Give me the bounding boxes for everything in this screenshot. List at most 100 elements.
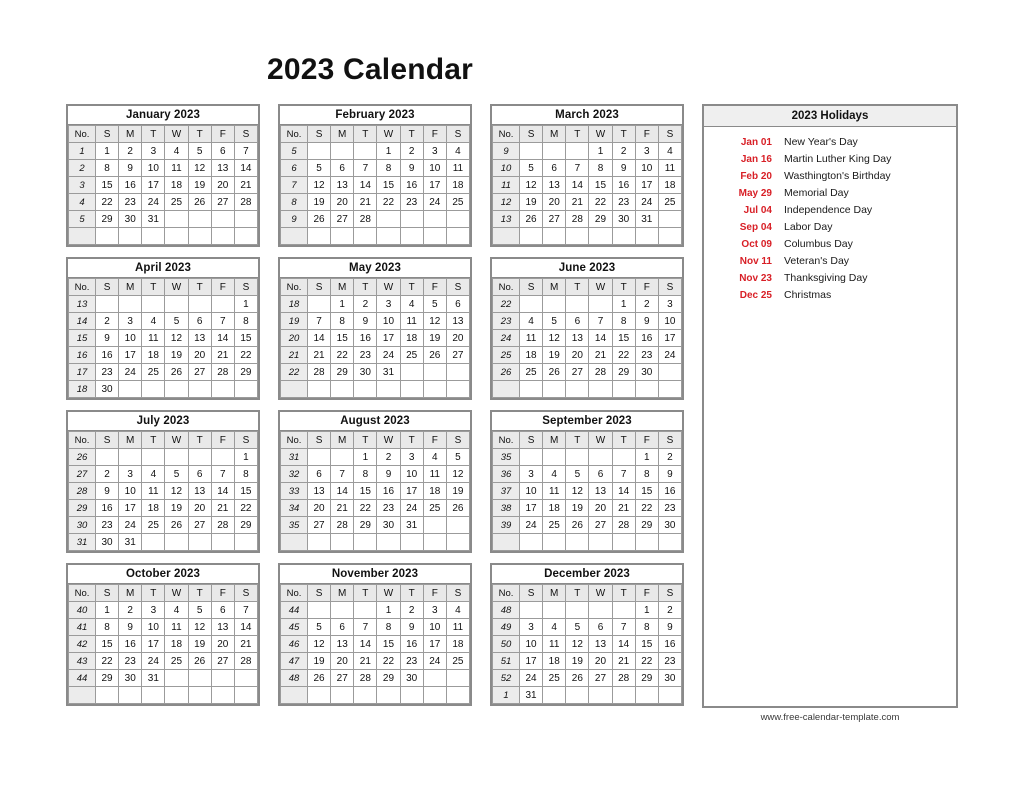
day-cell[interactable]: 9 [634,312,659,330]
day-cell[interactable]: 29 [233,516,259,534]
day-cell[interactable]: 3 [399,448,424,466]
holiday-row[interactable]: Jan 01 New Year's Day [704,133,956,150]
day-cell[interactable]: 19 [306,193,332,211]
day-cell[interactable]: 4 [542,465,567,483]
day-cell[interactable]: 22 [353,499,378,517]
day-cell[interactable] [565,295,590,313]
day-cell[interactable]: 8 [353,465,378,483]
day-cell[interactable]: 4 [141,465,166,483]
day-cell[interactable]: 30 [634,363,659,381]
day-cell[interactable]: 16 [118,635,143,653]
day-cell[interactable]: 5 [306,618,332,636]
day-cell[interactable]: 5 [306,159,332,177]
day-cell[interactable] [588,227,613,245]
day-cell[interactable]: 24 [657,346,683,364]
day-cell[interactable] [353,227,378,245]
day-cell[interactable]: 14 [210,482,235,500]
day-cell[interactable] [376,380,401,398]
day-cell[interactable]: 5 [565,618,590,636]
day-cell[interactable] [353,686,378,704]
day-cell[interactable]: 30 [611,210,636,228]
day-cell[interactable]: 2 [118,142,143,160]
day-cell[interactable]: 22 [330,346,355,364]
day-cell[interactable]: 5 [187,601,212,619]
day-cell[interactable]: 24 [422,193,447,211]
day-cell[interactable]: 6 [306,465,332,483]
day-cell[interactable] [634,380,659,398]
month-box[interactable]: December 2023 No. S M T W T F S 48 1 2 49 3 4 5 6 7 8 9 50 10… [490,563,684,706]
day-cell[interactable]: 12 [164,482,189,500]
day-cell[interactable]: 27 [210,652,235,670]
day-cell[interactable]: 7 [210,465,235,483]
day-cell[interactable]: 21 [306,346,332,364]
day-cell[interactable]: 12 [518,176,544,194]
day-cell[interactable]: 7 [588,312,613,330]
day-cell[interactable] [657,210,683,228]
day-cell[interactable]: 17 [118,499,143,517]
day-cell[interactable] [399,227,424,245]
day-cell[interactable]: 4 [518,312,544,330]
day-cell[interactable]: 29 [376,669,401,687]
day-cell[interactable]: 30 [353,363,378,381]
day-cell[interactable]: 18 [445,176,471,194]
day-cell[interactable]: 9 [657,618,683,636]
day-cell[interactable]: 12 [422,312,447,330]
day-cell[interactable]: 8 [94,159,120,177]
day-cell[interactable]: 28 [565,210,590,228]
day-cell[interactable]: 19 [445,482,471,500]
holiday-row[interactable]: Sep 04 Labor Day [704,218,956,235]
day-cell[interactable] [657,363,683,381]
day-cell[interactable]: 12 [542,329,567,347]
day-cell[interactable] [422,227,447,245]
day-cell[interactable] [233,669,259,687]
day-cell[interactable]: 24 [118,363,143,381]
day-cell[interactable]: 8 [94,618,120,636]
day-cell[interactable]: 16 [94,499,120,517]
day-cell[interactable] [399,210,424,228]
day-cell[interactable]: 29 [94,669,120,687]
day-cell[interactable]: 13 [187,482,212,500]
day-cell[interactable]: 20 [306,499,332,517]
day-cell[interactable]: 18 [164,635,189,653]
day-cell[interactable] [445,533,471,551]
day-cell[interactable]: 29 [353,516,378,534]
day-cell[interactable] [422,669,447,687]
day-cell[interactable]: 3 [634,142,659,160]
day-cell[interactable]: 1 [634,448,659,466]
day-cell[interactable] [187,295,212,313]
day-cell[interactable]: 31 [141,210,166,228]
day-cell[interactable]: 4 [445,142,471,160]
day-cell[interactable]: 23 [353,346,378,364]
day-cell[interactable]: 15 [376,176,401,194]
day-cell[interactable]: 27 [542,210,567,228]
day-cell[interactable]: 26 [565,669,590,687]
day-cell[interactable] [187,669,212,687]
day-cell[interactable]: 28 [306,363,332,381]
day-cell[interactable]: 25 [542,669,567,687]
day-cell[interactable] [422,380,447,398]
day-cell[interactable] [233,210,259,228]
day-cell[interactable]: 30 [399,669,424,687]
day-cell[interactable] [94,448,120,466]
day-cell[interactable]: 15 [233,482,259,500]
day-cell[interactable]: 12 [565,635,590,653]
day-cell[interactable]: 6 [565,312,590,330]
day-cell[interactable]: 2 [399,601,424,619]
day-cell[interactable]: 1 [233,295,259,313]
day-cell[interactable] [518,295,544,313]
day-cell[interactable]: 31 [399,516,424,534]
day-cell[interactable]: 5 [518,159,544,177]
day-cell[interactable]: 28 [210,363,235,381]
day-cell[interactable] [210,295,235,313]
day-cell[interactable]: 23 [634,346,659,364]
day-cell[interactable]: 25 [422,499,447,517]
day-cell[interactable]: 14 [306,329,332,347]
day-cell[interactable]: 3 [141,142,166,160]
day-cell[interactable]: 7 [233,601,259,619]
day-cell[interactable] [330,533,355,551]
day-cell[interactable] [141,295,166,313]
day-cell[interactable]: 25 [657,193,683,211]
day-cell[interactable] [118,686,143,704]
day-cell[interactable]: 27 [565,363,590,381]
day-cell[interactable]: 30 [118,210,143,228]
